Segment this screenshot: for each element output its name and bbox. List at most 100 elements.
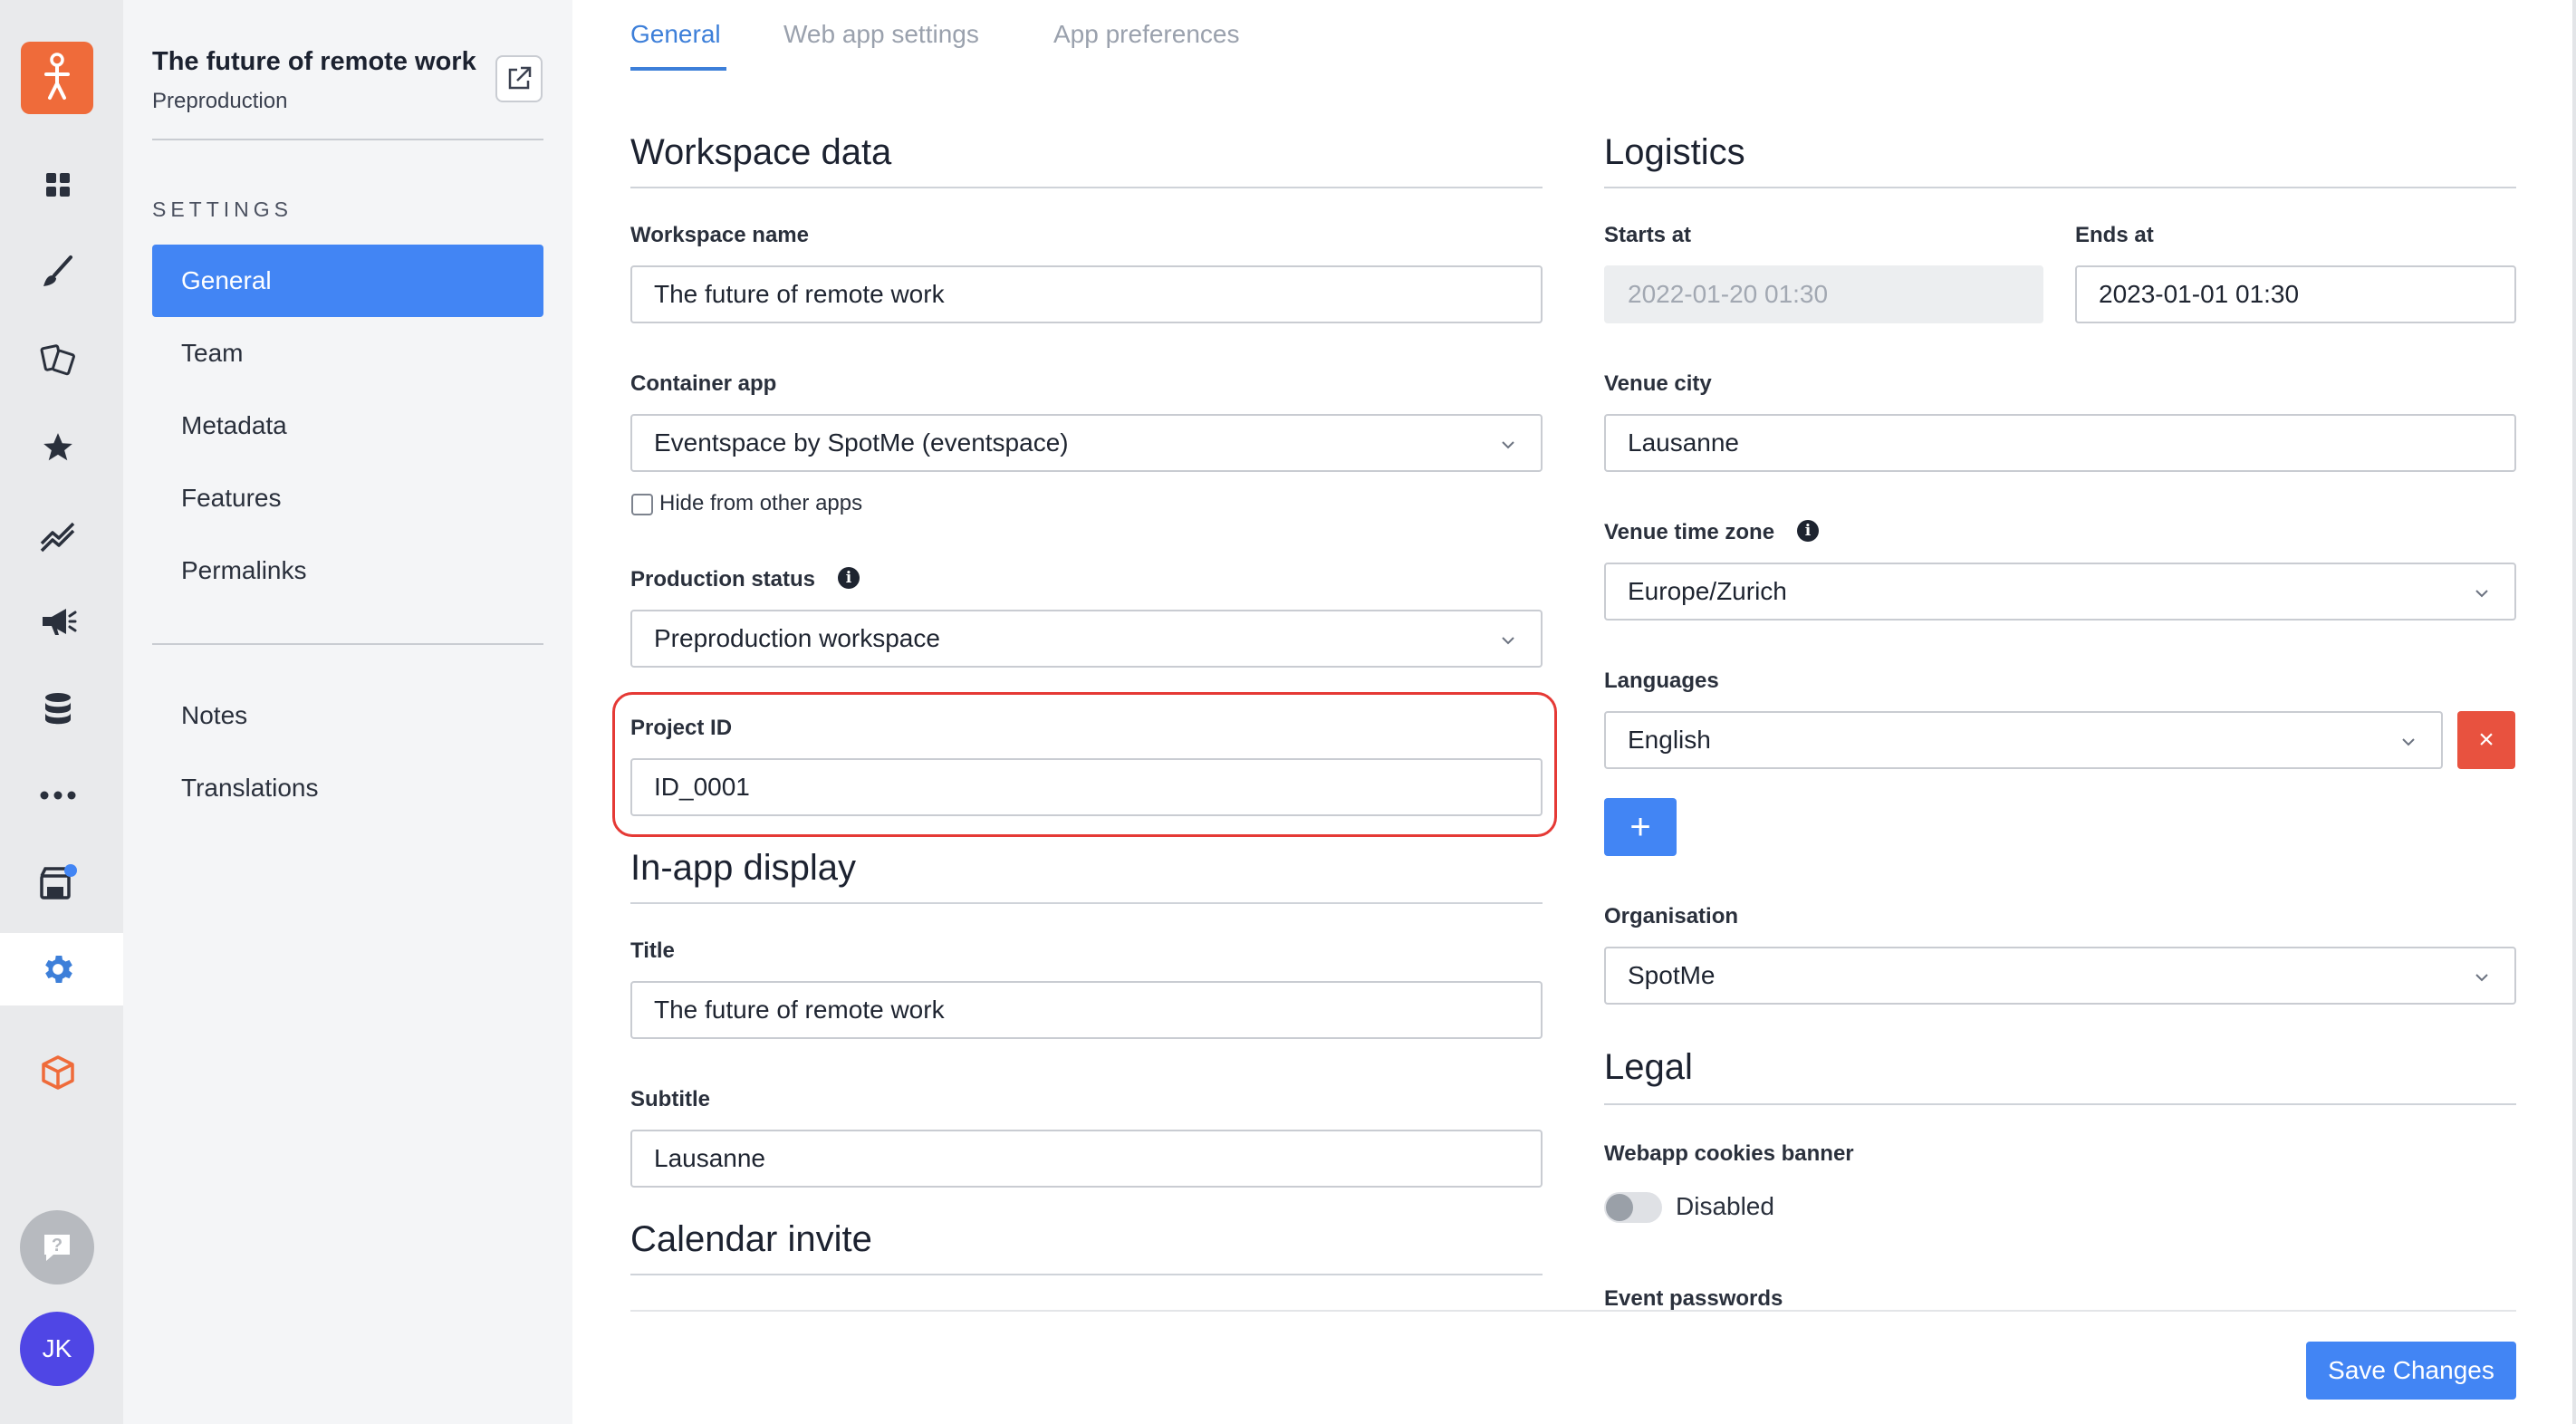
- workspace-name-input[interactable]: The future of remote work: [630, 265, 1543, 323]
- project-id-input[interactable]: ID_0001: [630, 758, 1543, 816]
- cube-icon[interactable]: [34, 1049, 82, 1096]
- title-value: The future of remote work: [654, 996, 945, 1024]
- event-passwords-label: Event passwords: [1604, 1286, 1783, 1311]
- dashboard-icon[interactable]: [34, 161, 82, 208]
- venue-time-zone-label: Venue time zone: [1604, 520, 1775, 544]
- languages-label: Languages: [1604, 669, 1719, 693]
- subtitle-label: Subtitle: [630, 1087, 710, 1111]
- language-select[interactable]: English: [1604, 711, 2443, 769]
- sidebar-item-label: Translations: [181, 774, 319, 802]
- megaphone-icon[interactable]: [34, 598, 82, 645]
- subtitle-input[interactable]: Lausanne: [630, 1130, 1543, 1188]
- analytics-icon[interactable]: [34, 511, 82, 558]
- sidebar-item-notes[interactable]: Notes: [152, 679, 543, 752]
- starts-at-input: 2022-01-20 01:30: [1604, 265, 2043, 323]
- panel-divider: [152, 643, 543, 645]
- scrollbar-track[interactable]: [2572, 0, 2576, 1424]
- title-input[interactable]: The future of remote work: [630, 981, 1543, 1039]
- settings-heading: SETTINGS: [152, 197, 293, 221]
- database-icon[interactable]: [34, 685, 82, 732]
- sidebar-item-general[interactable]: General: [152, 245, 543, 317]
- tab-app-preferences[interactable]: App preferences: [1053, 20, 1239, 49]
- add-language-button[interactable]: +: [1604, 798, 1677, 856]
- tab-general[interactable]: General: [630, 20, 721, 49]
- store-icon[interactable]: [34, 859, 82, 906]
- section-divider: [1604, 187, 2516, 188]
- toggle-knob: [1606, 1194, 1633, 1221]
- organisation-select[interactable]: SpotMe: [1604, 947, 2516, 1005]
- info-icon[interactable]: i: [1797, 520, 1819, 542]
- production-status-value: Preproduction workspace: [654, 624, 940, 652]
- sidebar-item-label: Notes: [181, 701, 248, 729]
- ends-at-input[interactable]: 2023-01-01 01:30: [2075, 265, 2516, 323]
- organisation-value: SpotMe: [1628, 961, 1716, 989]
- external-link-icon[interactable]: [495, 55, 543, 102]
- gear-icon[interactable]: [34, 946, 82, 993]
- workspace-title: The future of remote work: [152, 47, 476, 76]
- more-icon[interactable]: [34, 772, 82, 819]
- remove-language-button[interactable]: ×: [2457, 711, 2515, 769]
- project-id-label: Project ID: [630, 716, 733, 740]
- sidebar-item-metadata[interactable]: Metadata: [152, 390, 543, 462]
- container-app-value: Eventspace by SpotMe (eventspace): [654, 428, 1069, 457]
- production-status-label: Production status: [630, 567, 816, 592]
- production-status-select[interactable]: Preproduction workspace: [630, 610, 1543, 668]
- star-icon[interactable]: [34, 424, 82, 471]
- workspace-name-label: Workspace name: [630, 223, 809, 247]
- sidebar-item-translations[interactable]: Translations: [152, 752, 543, 824]
- language-value: English: [1628, 726, 1711, 754]
- container-app-label: Container app: [630, 371, 777, 396]
- save-changes-label: Save Changes: [2328, 1356, 2494, 1384]
- plus-icon: +: [1629, 806, 1651, 847]
- cookies-banner-state: Disabled: [1676, 1192, 1774, 1220]
- chevron-down-icon: [1502, 441, 1514, 449]
- ends-at-value: 2023-01-01 01:30: [2099, 280, 2300, 308]
- venue-city-input[interactable]: Lausanne: [1604, 414, 2516, 472]
- info-icon[interactable]: i: [838, 567, 860, 589]
- brush-icon[interactable]: [34, 248, 82, 295]
- subtitle-value: Lausanne: [654, 1144, 766, 1172]
- sidebar-item-features[interactable]: Features: [152, 462, 543, 534]
- starts-at-value: 2022-01-20 01:30: [1628, 280, 1829, 308]
- section-title-in-app-display: In-app display: [630, 848, 857, 888]
- section-divider: [630, 1274, 1543, 1275]
- chevron-down-icon: [2402, 738, 2415, 746]
- settings-sidebar: The future of remote work Preproduction …: [123, 0, 572, 1424]
- workspace-name-value: The future of remote work: [654, 280, 945, 308]
- venue-city-label: Venue city: [1604, 371, 1712, 396]
- avatar[interactable]: JK: [20, 1312, 94, 1386]
- container-app-select[interactable]: Eventspace by SpotMe (eventspace): [630, 414, 1543, 472]
- workspace-subtitle: Preproduction: [152, 89, 288, 113]
- sidebar-item-label: Permalinks: [181, 556, 307, 584]
- help-icon[interactable]: ?: [20, 1210, 94, 1284]
- close-icon: ×: [2478, 725, 2494, 755]
- cookies-banner-toggle[interactable]: [1604, 1192, 1662, 1223]
- hide-from-other-apps-label: Hide from other apps: [659, 491, 863, 515]
- section-title-calendar-invite: Calendar invite: [630, 1219, 872, 1259]
- sidebar-item-label: Metadata: [181, 411, 287, 439]
- venue-time-zone-select[interactable]: Europe/Zurich: [1604, 563, 2516, 621]
- panel-divider: [152, 139, 543, 140]
- cookies-banner-label: Webapp cookies banner: [1604, 1141, 1854, 1166]
- hide-from-other-apps-checkbox[interactable]: [631, 494, 653, 515]
- tab-web-app-settings[interactable]: Web app settings: [783, 20, 979, 49]
- sidebar-item-label: General: [181, 266, 272, 294]
- section-divider: [630, 187, 1543, 188]
- logo-icon[interactable]: [21, 42, 93, 114]
- chevron-down-icon: [2475, 974, 2488, 982]
- section-divider: [1604, 1103, 2516, 1105]
- section-title-workspace-data: Workspace data: [630, 132, 892, 172]
- venue-time-zone-value: Europe/Zurich: [1628, 577, 1787, 605]
- icon-rail: ? JK: [0, 0, 123, 1424]
- svg-text:?: ?: [52, 1236, 62, 1256]
- chevron-down-icon: [2475, 590, 2488, 598]
- sidebar-item-permalinks[interactable]: Permalinks: [152, 534, 543, 607]
- section-title-legal: Legal: [1604, 1047, 1693, 1087]
- sidebar-item-team[interactable]: Team: [152, 317, 543, 390]
- title-label: Title: [630, 938, 675, 963]
- avatar-initials: JK: [42, 1334, 72, 1362]
- save-changes-button[interactable]: Save Changes: [2306, 1342, 2516, 1400]
- organisation-label: Organisation: [1604, 904, 1739, 928]
- section-title-logistics: Logistics: [1604, 132, 1745, 172]
- documents-icon[interactable]: [34, 335, 82, 382]
